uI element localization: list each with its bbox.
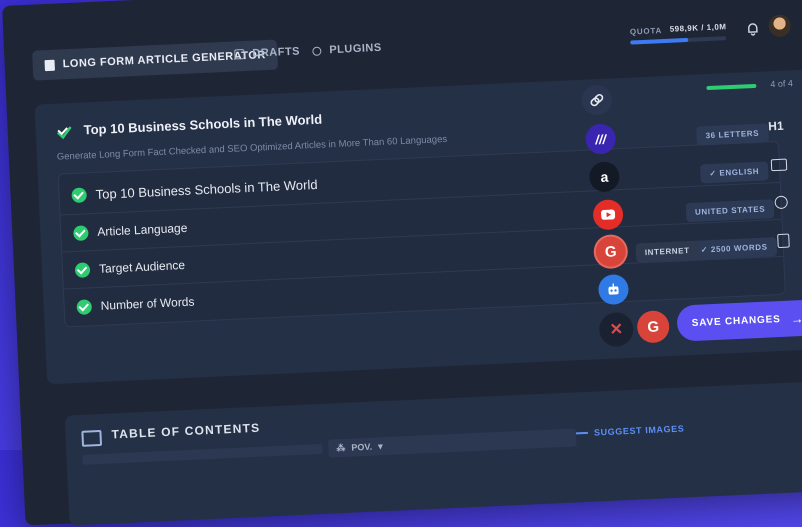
globe-icon bbox=[774, 195, 788, 210]
drafts-icon bbox=[234, 49, 245, 60]
toggle-icon bbox=[575, 431, 589, 435]
h1-icon: H1 bbox=[767, 118, 784, 134]
tab-plugins[interactable]: PLUGINS bbox=[312, 42, 382, 57]
progress-bar bbox=[706, 83, 757, 91]
toc-icon bbox=[81, 429, 103, 447]
quota-label: QUOTA bbox=[629, 26, 663, 37]
quota-bar bbox=[630, 36, 727, 45]
row-label-words[interactable]: Number of Words bbox=[100, 295, 194, 313]
tab-label: PLUGINS bbox=[329, 41, 382, 57]
settings-panel: Top 10 Business Schools in The World Art… bbox=[57, 140, 786, 328]
toc-input[interactable] bbox=[82, 443, 323, 465]
quota-bar-fill bbox=[630, 37, 688, 45]
row-check-icon bbox=[76, 299, 93, 315]
article-title: Top 10 Business Schools in The World bbox=[83, 111, 323, 138]
row-label-audience[interactable]: Target Audience bbox=[99, 258, 186, 276]
country-badge[interactable]: UNITED STATES bbox=[685, 199, 775, 223]
row-check-icon bbox=[74, 262, 91, 278]
letters-badge: 36 LETTERS bbox=[696, 123, 769, 146]
language-badge[interactable]: ✓ ENGLISH bbox=[699, 161, 769, 184]
language-icon bbox=[770, 158, 788, 172]
suggest-images-label: SUGGEST IMAGES bbox=[593, 423, 685, 438]
row-label-language[interactable]: Article Language bbox=[97, 221, 188, 239]
pov-select[interactable]: ⁂ POV. ▾ bbox=[328, 428, 577, 458]
tab-label: DRAFTS bbox=[252, 45, 301, 60]
tab-drafts[interactable]: DRAFTS bbox=[234, 46, 300, 61]
toc-card: TABLE OF CONTENTS ⁂ POV. ▾ SUGGEST IMAGE… bbox=[64, 379, 802, 526]
title-check-icon bbox=[55, 123, 73, 141]
progress-text: 4 of 4 bbox=[770, 78, 794, 90]
notification-bell-icon[interactable] bbox=[746, 22, 761, 37]
arrow-right-icon: → bbox=[790, 310, 802, 327]
quota-value: 598,9K / 1,0M bbox=[669, 22, 727, 34]
chevron-down-icon: ▾ bbox=[377, 440, 383, 451]
save-changes-button[interactable]: SAVE CHANGES → bbox=[676, 299, 802, 342]
pov-label: POV. bbox=[351, 441, 373, 453]
toc-title: TABLE OF CONTENTS bbox=[111, 420, 261, 442]
words-badge[interactable]: ✓ 2500 WORDS bbox=[691, 237, 777, 260]
row-label-title[interactable]: Top 10 Business Schools in The World bbox=[95, 177, 318, 202]
internet-tooltip: INTERNET bbox=[635, 240, 700, 263]
app-window: LONG FORM ARTICLE GENERATOR DRAFTS PLUGI… bbox=[2, 0, 802, 526]
people-icon: ⁂ bbox=[336, 442, 346, 453]
avatar[interactable] bbox=[768, 14, 792, 38]
row-check-icon bbox=[73, 225, 89, 241]
row-check-icon bbox=[71, 187, 87, 204]
document-icon bbox=[44, 59, 55, 71]
save-changes-label: SAVE CHANGES bbox=[691, 313, 781, 329]
suggest-images-toggle[interactable]: SUGGEST IMAGES bbox=[575, 423, 685, 438]
word-count-icon bbox=[777, 233, 790, 249]
plugins-icon bbox=[312, 46, 322, 56]
